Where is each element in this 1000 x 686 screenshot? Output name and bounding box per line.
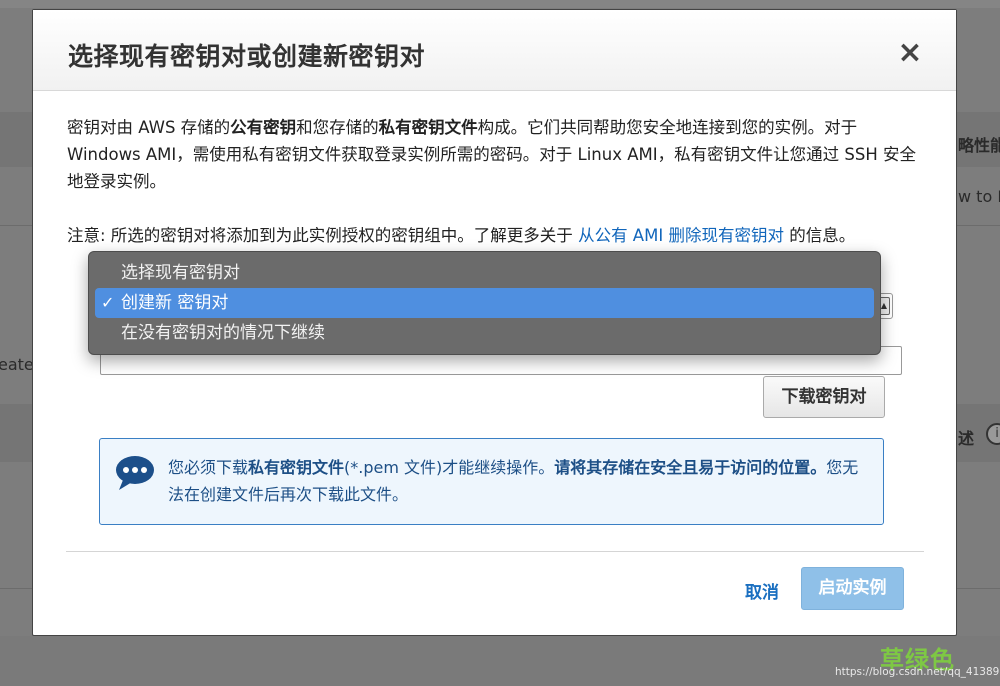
option-label: 选择现有密钥对 [121, 263, 240, 283]
dropdown-option-create-new[interactable]: ✓ 创建新 密钥对 [95, 288, 874, 318]
launch-instance-button[interactable]: 启动实例 [801, 567, 904, 610]
desc-text: 和您存储的 [296, 118, 379, 137]
alert-bold-store-safely: 请将其存储在安全且易于访问的位置。 [554, 458, 827, 477]
modal-title: 选择现有密钥对或创建新密钥对 [68, 42, 426, 71]
info-alert: 您必须下载私有密钥文件(*.pem 文件)才能继续操作。请将其存储在安全且易于访… [99, 438, 884, 525]
close-icon[interactable]: × [895, 38, 925, 68]
option-label: 在没有密钥对的情况下继续 [121, 323, 325, 343]
delete-key-pair-link[interactable]: 从公有 AMI 删除现有密钥对 [578, 226, 784, 245]
bg-top-band [0, 0, 1000, 8]
bg-column-header: 略性能 [958, 136, 1000, 155]
alert-text: (*.pem 文件)才能继续操作。 [344, 458, 555, 477]
modal-header: 选择现有密钥对或创建新密钥对 × [33, 10, 956, 91]
alert-message: 您必须下载私有密钥文件(*.pem 文件)才能继续操作。请将其存储在安全且易于访… [168, 454, 868, 508]
download-key-pair-button[interactable]: 下载密钥对 [763, 376, 885, 418]
bg-row-text: w to N [958, 187, 1000, 206]
watermark-url: https://blog.csdn.net/qq_41389354 [835, 666, 1000, 678]
alert-text: 您必须下载 [168, 458, 249, 477]
key-pair-dropdown-menu: 选择现有密钥对 ✓ 创建新 密钥对 在没有密钥对的情况下继续 [88, 251, 881, 355]
bg-bottom-band [0, 636, 1000, 686]
note-text: 的信息。 [783, 226, 856, 245]
desc-text: 密钥对由 AWS 存储的 [67, 118, 231, 137]
bg-desc-label: 述 [958, 429, 975, 448]
note-text: 注意: 所选的密钥对将添加到为此实例授权的密钥组中。了解更多关于 [67, 226, 579, 245]
modal-description: 密钥对由 AWS 存储的公有密钥和您存储的私有密钥文件构成。它们共同帮助您安全地… [67, 114, 927, 195]
desc-bold-private-key: 私有密钥文件 [378, 118, 478, 137]
dropdown-option-proceed-without[interactable]: 在没有密钥对的情况下继续 [95, 318, 874, 348]
chat-bubble-icon [116, 456, 154, 490]
footer-divider [66, 551, 924, 552]
modal-note: 注意: 所选的密钥对将添加到为此实例授权的密钥组中。了解更多关于 从公有 AMI… [67, 222, 927, 249]
dropdown-option-select-existing[interactable]: 选择现有密钥对 [95, 258, 874, 288]
alert-bold-private-key: 私有密钥文件 [248, 458, 345, 477]
checkmark-icon: ✓ [101, 293, 115, 312]
option-label: 创建新 密钥对 [121, 293, 229, 313]
cancel-button[interactable]: 取消 [745, 578, 779, 603]
desc-bold-public-key: 公有密钥 [230, 118, 297, 137]
